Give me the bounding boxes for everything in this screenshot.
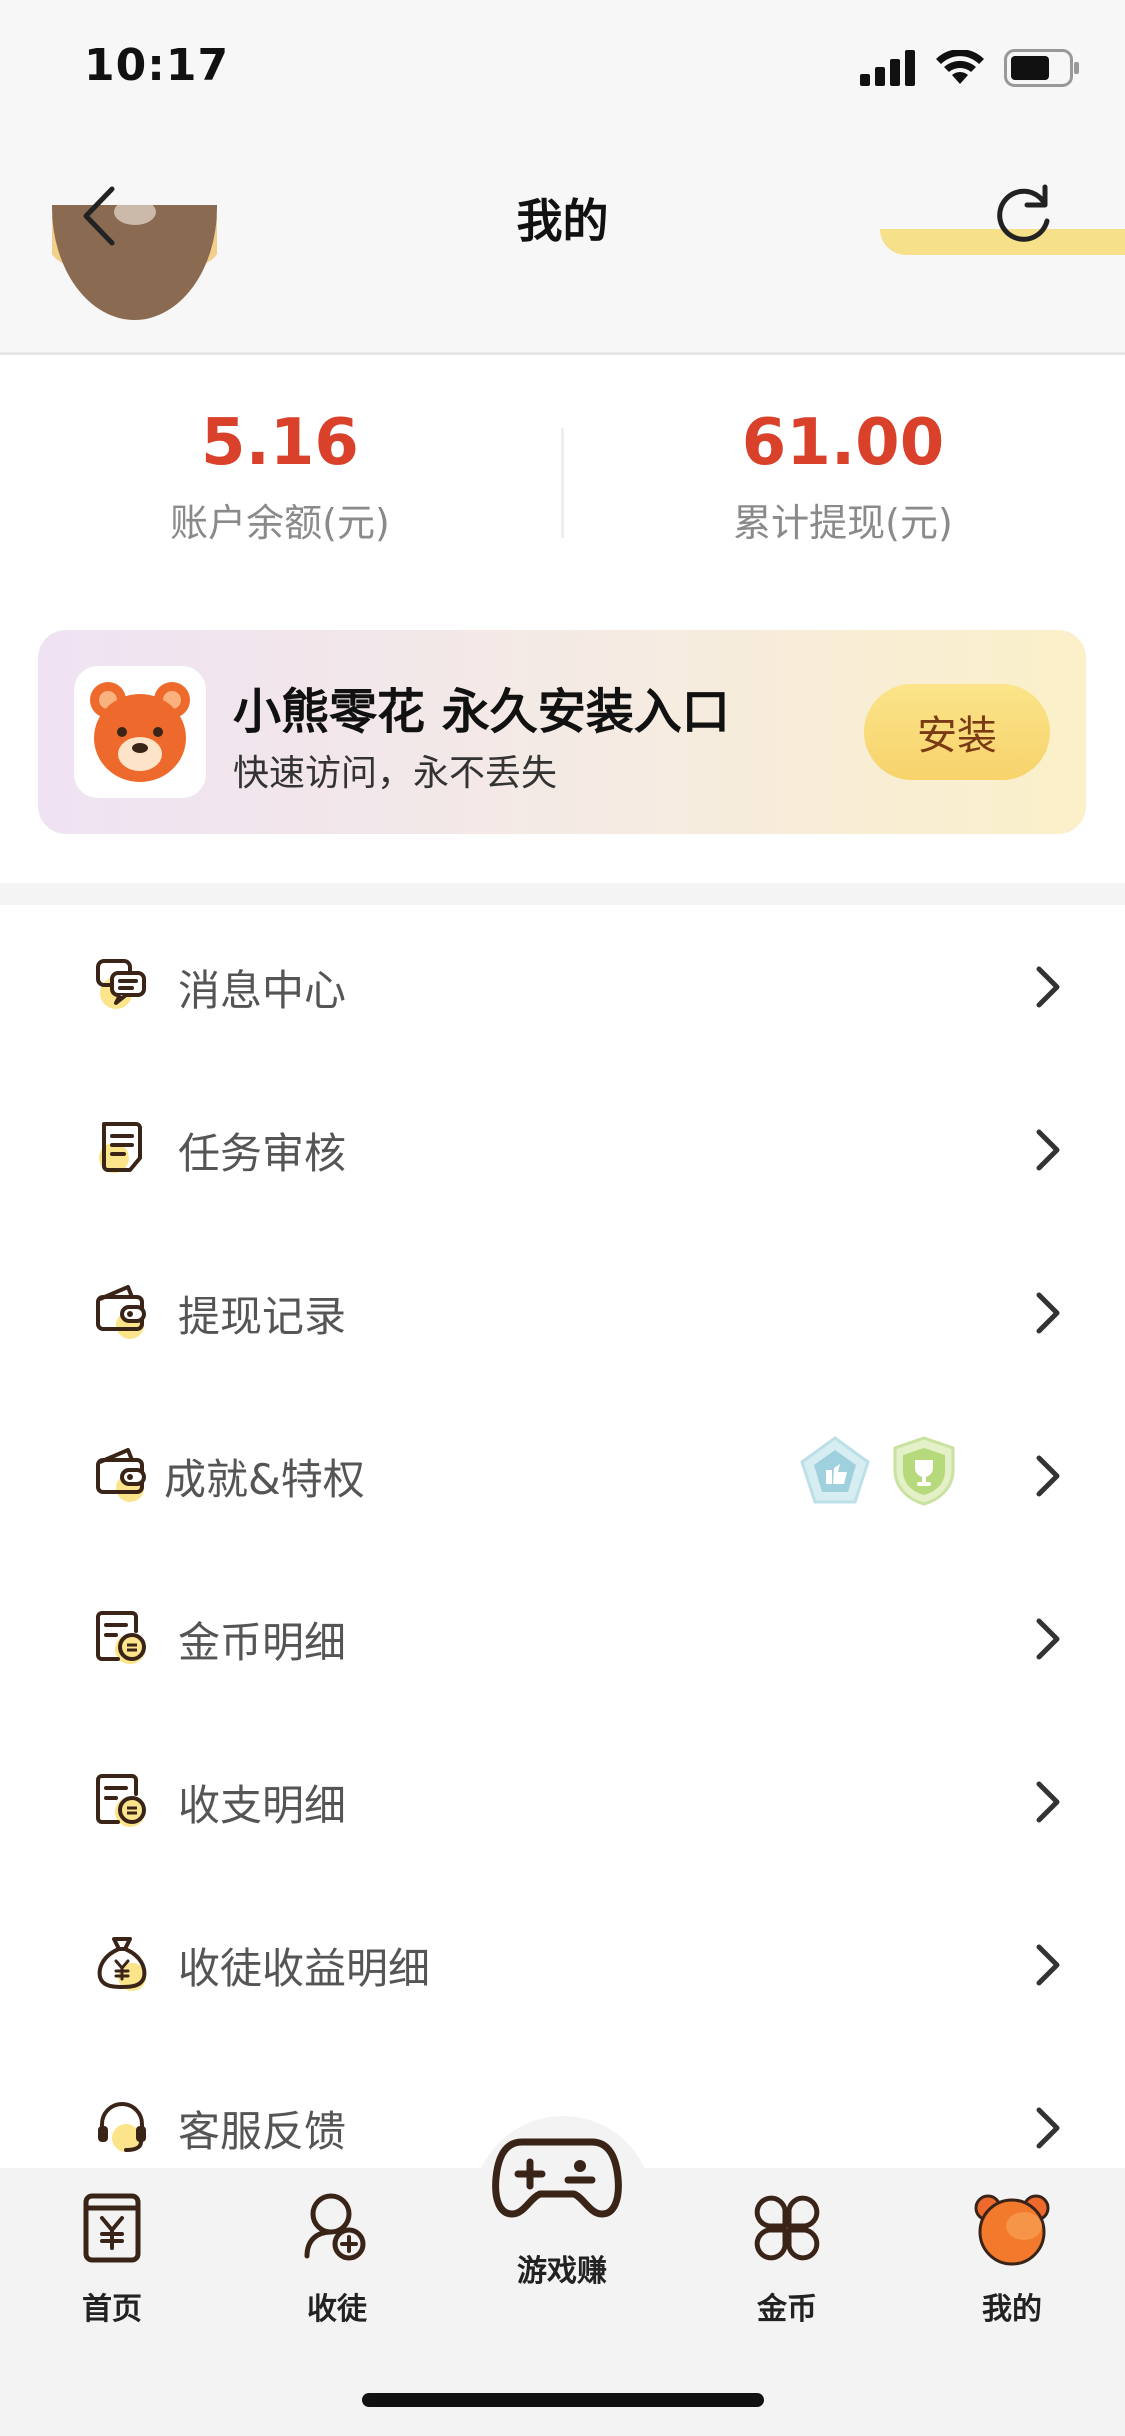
cellular-signal-icon xyxy=(860,50,915,86)
bear-app-icon xyxy=(90,682,190,782)
tab-label: 首页 xyxy=(82,2292,142,2327)
chevron-right-icon xyxy=(1036,1455,1060,1497)
balance-stat[interactable]: 5.16 账户余额(元) xyxy=(0,408,560,547)
banner-subtitle: 快速访问，永不丢失 xyxy=(233,753,558,794)
add-user-icon xyxy=(304,2193,366,2261)
message-icon xyxy=(96,959,146,1009)
chevron-right-icon xyxy=(1036,1129,1060,1171)
tab-label: 收徒 xyxy=(307,2292,367,2327)
ledger-icon xyxy=(96,1774,146,1827)
menu-label: 任务审核 xyxy=(178,1129,347,1178)
menu-label: 客服反馈 xyxy=(178,2107,347,2156)
home-yen-icon xyxy=(83,2193,141,2263)
menu-item-coin-details[interactable]: 金币明细 xyxy=(0,1557,1125,1720)
home-indicator xyxy=(362,2393,764,2407)
tab-mine[interactable]: 我的 xyxy=(942,2188,1082,2328)
trophy-badge-icon[interactable] xyxy=(887,1434,961,1508)
tab-label: 我的 xyxy=(982,2292,1042,2327)
account-stats: 5.16 账户余额(元) 61.00 累计提现(元) xyxy=(0,358,1125,588)
install-banner[interactable]: 小熊零花 永久安装入口 快速访问，永不丢失 安装 xyxy=(38,630,1086,834)
status-bar: 10:17 xyxy=(0,0,1125,135)
tab-label: 金币 xyxy=(757,2292,817,2327)
balance-label: 账户余额(元) xyxy=(170,501,390,546)
app-icon xyxy=(74,666,206,798)
wallet-icon xyxy=(96,1285,146,1339)
refresh-icon[interactable] xyxy=(987,179,1059,251)
menu-item-income-expense[interactable]: 收支明细 xyxy=(0,1720,1125,1883)
task-review-icon xyxy=(99,1122,142,1173)
menu-item-task-review[interactable]: 任务审核 xyxy=(0,1068,1125,1231)
section-divider xyxy=(0,883,1125,905)
chevron-right-icon xyxy=(1036,1781,1060,1823)
menu-label: 金币明细 xyxy=(178,1618,347,1667)
chevron-right-icon xyxy=(1036,2107,1060,2149)
battery-icon xyxy=(1004,49,1079,87)
wallet-icon xyxy=(96,1448,146,1502)
tab-recruit[interactable]: 收徒 xyxy=(267,2188,407,2328)
tab-home[interactable]: 首页 xyxy=(42,2188,182,2328)
chevron-right-icon xyxy=(1036,966,1060,1008)
like-badge-icon[interactable] xyxy=(798,1434,872,1508)
menu-item-withdraw-records[interactable]: 提现记录 xyxy=(0,1231,1125,1394)
install-button[interactable]: 安装 xyxy=(864,684,1050,780)
tab-coins[interactable]: 金币 xyxy=(717,2188,857,2328)
menu-label: 消息中心 xyxy=(178,966,347,1015)
gamepad-icon xyxy=(492,2138,622,2218)
coins-grid-icon xyxy=(754,2195,820,2261)
bear-avatar-icon xyxy=(974,2194,1050,2266)
menu-label: 成就&特权 xyxy=(164,1455,365,1504)
wifi-icon xyxy=(936,50,984,84)
money-bag-icon xyxy=(97,1937,147,1991)
page-header: 我的 xyxy=(0,135,1125,355)
menu-label: 收徒收益明细 xyxy=(178,1944,431,1993)
menu-item-message-center[interactable]: 消息中心 xyxy=(0,905,1125,1068)
headset-icon xyxy=(98,2102,146,2152)
page-title: 我的 xyxy=(516,194,609,248)
balance-value: 5.16 xyxy=(201,406,359,480)
withdrawn-stat[interactable]: 61.00 累计提现(元) xyxy=(563,408,1123,547)
chevron-right-icon xyxy=(1036,1618,1060,1660)
menu-item-achievements[interactable]: 成就&特权 xyxy=(0,1394,1125,1557)
status-time: 10:17 xyxy=(84,40,230,91)
withdrawn-label: 累计提现(元) xyxy=(733,501,953,546)
menu-item-disciple-income[interactable]: 收徒收益明细 xyxy=(0,1883,1125,2046)
chevron-right-icon xyxy=(1036,1944,1060,1986)
chevron-right-icon xyxy=(1036,1292,1060,1334)
menu-label: 收支明细 xyxy=(178,1781,347,1830)
menu-label: 提现记录 xyxy=(178,1292,347,1341)
banner-title: 小熊零花 永久安装入口 xyxy=(233,684,730,740)
coin-detail-icon xyxy=(96,1611,146,1664)
tab-game-earn[interactable]: 游戏赚 xyxy=(492,2128,632,2290)
tab-label: 游戏赚 xyxy=(517,2254,607,2289)
withdrawn-value: 61.00 xyxy=(741,406,945,480)
